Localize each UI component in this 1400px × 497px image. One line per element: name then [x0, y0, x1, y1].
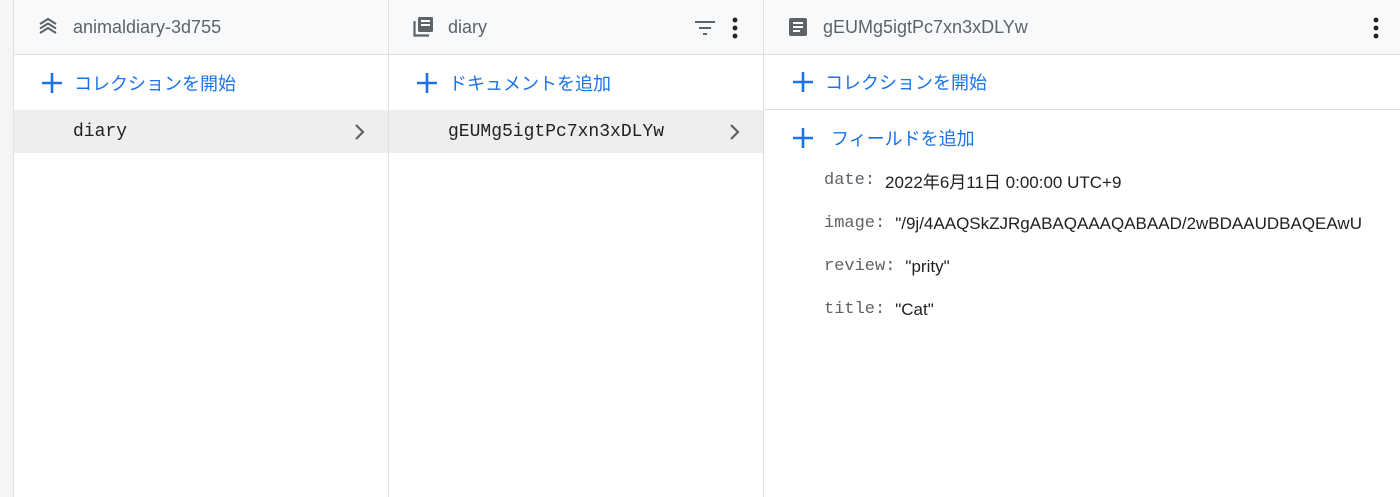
field-colon: : [875, 214, 886, 233]
field-value: "Cat" [895, 299, 934, 319]
filter-icon[interactable] [693, 16, 717, 40]
root-panel-header: animaldiary-3d755 [14, 0, 388, 55]
field-key: image [824, 214, 876, 233]
field-colon: : [885, 257, 896, 276]
more-vert-icon[interactable] [723, 16, 747, 40]
collection-list-item[interactable]: diary [14, 110, 388, 153]
document-panel: gEUMg5igtPc7xn3xDLYw コレクションを開始 フィールドを追加 … [764, 0, 1400, 497]
collection-item-label: diary [73, 121, 128, 142]
field-row-review[interactable]: review: "prity" [764, 245, 1400, 288]
plus-icon [416, 72, 438, 94]
document-header-actions [1364, 0, 1400, 55]
more-vert-icon[interactable] [1364, 16, 1388, 40]
database-stack-icon [36, 15, 60, 39]
start-subcollection-button[interactable]: コレクションを開始 [764, 55, 1400, 110]
collection-panel: diary ドキュメントを追加 gEUMg5igtPc7xn3xDLYw [389, 0, 764, 497]
collection-panel-title: diary [448, 16, 488, 37]
field-row-date[interactable]: date: 2022年6月11日 0:00:00 UTC+9 [764, 159, 1400, 202]
chevron-right-icon [350, 122, 370, 142]
collection-panel-header: diary [389, 0, 763, 55]
add-document-button[interactable]: ドキュメントを追加 [389, 55, 763, 110]
document-item-label: gEUMg5igtPc7xn3xDLYw [448, 121, 665, 142]
add-field-label: フィールドを追加 [831, 128, 975, 149]
field-key: title [824, 300, 876, 319]
document-icon [786, 15, 810, 39]
plus-icon [792, 127, 814, 149]
start-subcollection-label: コレクションを開始 [825, 73, 987, 93]
field-value: "/9j/4AAQSkZJRgABAQAAAQABAAD/2wBDAAUDBAQ… [895, 213, 1362, 233]
field-key: date [824, 171, 865, 190]
field-list: date: 2022年6月11日 0:00:00 UTC+9 image: "/… [764, 151, 1400, 331]
start-collection-button[interactable]: コレクションを開始 [14, 55, 388, 110]
chevron-right-icon [725, 122, 745, 142]
document-panel-title: gEUMg5igtPc7xn3xDLYw [823, 16, 1028, 37]
root-panel: animaldiary-3d755 コレクションを開始 diary [14, 0, 389, 497]
field-value: "prity" [905, 256, 950, 276]
add-document-label: ドキュメントを追加 [449, 73, 611, 94]
start-collection-label: コレクションを開始 [74, 73, 236, 94]
field-value: 2022年6月11日 0:00:00 UTC+9 [885, 173, 1122, 192]
root-panel-title: animaldiary-3d755 [73, 16, 222, 37]
field-colon: : [864, 171, 876, 190]
field-key: review [824, 257, 886, 276]
left-edge-strip [0, 0, 14, 497]
plus-icon [41, 72, 63, 94]
plus-icon [792, 71, 814, 93]
document-list-item[interactable]: gEUMg5igtPc7xn3xDLYw [389, 110, 763, 153]
collection-icon [411, 15, 435, 39]
field-row-image[interactable]: image: "/9j/4AAQSkZJRgABAQAAAQABAAD/2wBD… [764, 202, 1400, 245]
document-panel-header: gEUMg5igtPc7xn3xDLYw [764, 0, 1400, 55]
field-colon: : [875, 300, 886, 319]
collection-header-actions [693, 0, 763, 55]
field-row-title[interactable]: title: "Cat" [764, 288, 1400, 331]
